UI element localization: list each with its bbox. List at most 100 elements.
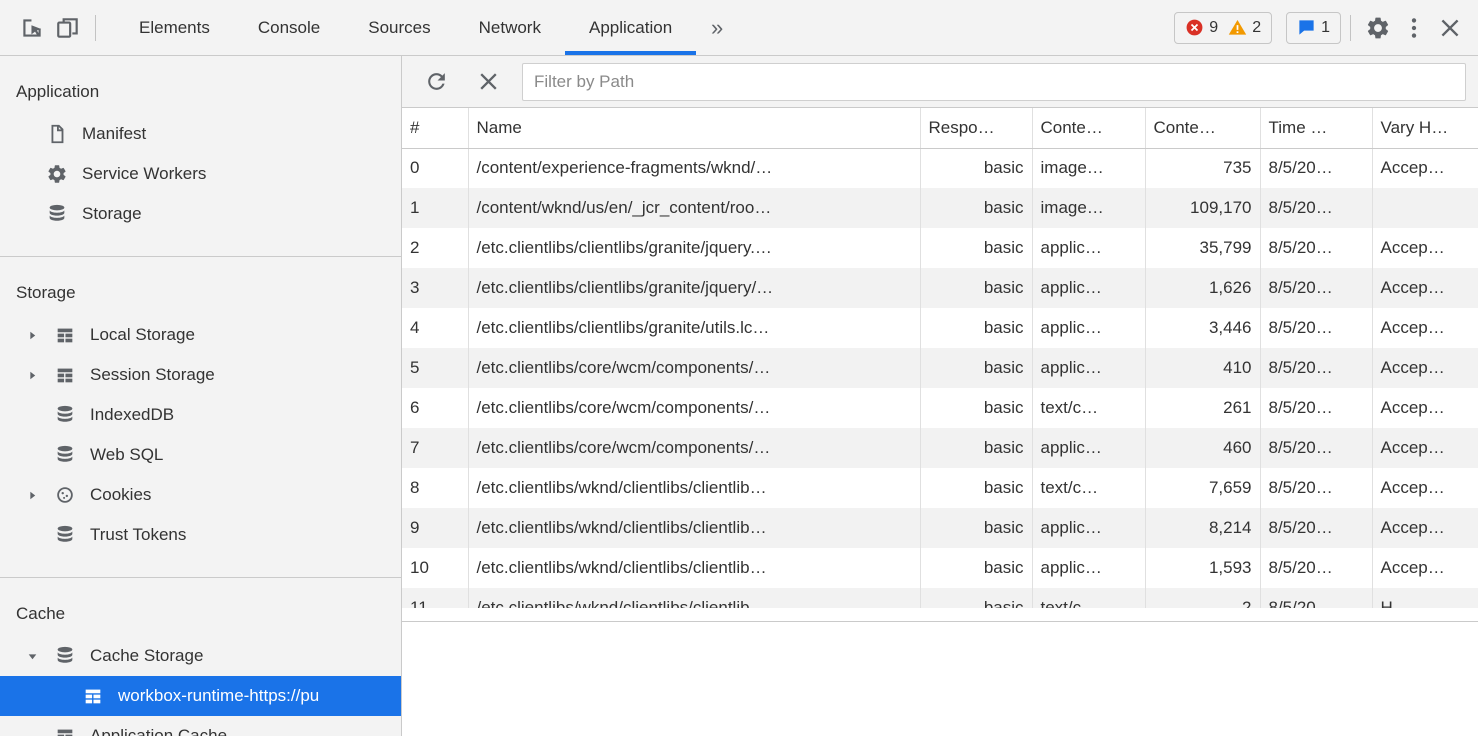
error-count-badge: 9 — [1185, 18, 1218, 37]
table-cell: H… — [1372, 588, 1478, 608]
table-cell: 2 — [1145, 588, 1260, 608]
sidebar-item-application-cache[interactable]: Application Cache — [0, 716, 401, 736]
more-tabs-button[interactable]: » — [696, 10, 738, 46]
warning-count: 2 — [1252, 19, 1261, 37]
table-cell: 6 — [402, 388, 468, 428]
table-cell: applic… — [1032, 308, 1145, 348]
table-cell: applic… — [1032, 428, 1145, 468]
column-header-time-5[interactable]: Time … — [1260, 108, 1372, 148]
table-cell: 8/5/20… — [1260, 188, 1372, 228]
close-devtools-button[interactable] — [1432, 10, 1468, 46]
table-cell: basic — [920, 508, 1032, 548]
table-cell: applic… — [1032, 508, 1145, 548]
column-header-conte-3[interactable]: Conte… — [1032, 108, 1145, 148]
toolbar-separator — [95, 15, 96, 41]
table-cell: /etc.clientlibs/wknd/clientlibs/clientli… — [468, 508, 920, 548]
refresh-button[interactable] — [418, 64, 454, 100]
table-row[interactable]: 9/etc.clientlibs/wknd/clientlibs/clientl… — [402, 508, 1478, 548]
message-count: 1 — [1321, 19, 1330, 37]
sidebar-item-service-workers[interactable]: Service Workers — [0, 154, 401, 194]
delete-selected-button[interactable] — [470, 64, 506, 100]
sidebar-section-cache: CacheCache Storageworkbox-runtime-https:… — [0, 578, 401, 736]
device-toolbar-icon — [55, 15, 81, 41]
more-options-button[interactable] — [1396, 10, 1432, 46]
table-cell: Accep… — [1372, 228, 1478, 268]
table-cell: basic — [920, 588, 1032, 608]
sidebar-item-cache-storage[interactable]: Cache Storage — [0, 636, 401, 676]
sidebar-item-label: IndexedDB — [90, 405, 174, 425]
table-row[interactable]: 3/etc.clientlibs/clientlibs/granite/jque… — [402, 268, 1478, 308]
devtools-window: ElementsConsoleSourcesNetworkApplication… — [0, 0, 1478, 736]
sidebar-item-label: Trust Tokens — [90, 525, 186, 545]
tab-console[interactable]: Console — [234, 0, 344, 55]
table-cell: text/c… — [1032, 468, 1145, 508]
table-cell: /etc.clientlibs/wknd/clientlibs/clientli… — [468, 588, 920, 608]
table-row[interactable]: 10/etc.clientlibs/wknd/clientlibs/client… — [402, 548, 1478, 588]
tab-application[interactable]: Application — [565, 0, 696, 55]
table-cell: Accep… — [1372, 548, 1478, 588]
sidebar-item-local-storage[interactable]: Local Storage — [0, 315, 401, 355]
table-row[interactable]: 5/etc.clientlibs/core/wcm/components/…ba… — [402, 348, 1478, 388]
table-cell: Accep… — [1372, 308, 1478, 348]
table-row[interactable]: 2/etc.clientlibs/clientlibs/granite/jque… — [402, 228, 1478, 268]
table-cell: 8/5/20… — [1260, 268, 1372, 308]
inspect-element-button[interactable] — [14, 10, 50, 46]
sidebar-item-trust-tokens[interactable]: Trust Tokens — [0, 515, 401, 555]
expand-arrow-icon[interactable] — [26, 489, 54, 502]
table-row[interactable]: 1/content/wknd/us/en/_jcr_content/roo…ba… — [402, 188, 1478, 228]
expand-arrow-icon[interactable] — [26, 369, 54, 382]
table-row[interactable]: 0/content/experience-fragments/wknd/…bas… — [402, 148, 1478, 188]
sidebar-item-label: Web SQL — [90, 445, 163, 465]
message-bubble-icon — [1297, 18, 1316, 37]
sidebar-item-label: Storage — [82, 204, 142, 224]
table-row[interactable]: 6/etc.clientlibs/core/wcm/components/…ba… — [402, 388, 1478, 428]
sidebar-item-web-sql[interactable]: Web SQL — [0, 435, 401, 475]
table-cell: /etc.clientlibs/clientlibs/granite/jquer… — [468, 228, 920, 268]
table-cell: basic — [920, 308, 1032, 348]
column-header-vary-h-6[interactable]: Vary H… — [1372, 108, 1478, 148]
database-icon — [54, 524, 76, 546]
sidebar-item-label: Session Storage — [90, 365, 215, 385]
expand-arrow-icon[interactable] — [26, 329, 54, 342]
sidebar-item-manifest[interactable]: Manifest — [0, 114, 401, 154]
sidebar-item-indexeddb[interactable]: IndexedDB — [0, 395, 401, 435]
table-row[interactable]: 11/etc.clientlibs/wknd/clientlibs/client… — [402, 588, 1478, 608]
collapse-arrow-icon[interactable] — [26, 650, 54, 663]
column-header-name-1[interactable]: Name — [468, 108, 920, 148]
column-header-conte-4[interactable]: Conte… — [1145, 108, 1260, 148]
table-cell: 8/5/20… — [1260, 468, 1372, 508]
table-cell: basic — [920, 468, 1032, 508]
table-cell: Accep… — [1372, 268, 1478, 308]
column-header-respo-2[interactable]: Respo… — [920, 108, 1032, 148]
tab-elements[interactable]: Elements — [115, 0, 234, 55]
section-title-storage: Storage — [0, 271, 401, 315]
device-toolbar-button[interactable] — [50, 10, 86, 46]
settings-button[interactable] — [1360, 10, 1396, 46]
console-status-button[interactable]: 9 2 — [1174, 12, 1272, 44]
pane-divider[interactable] — [402, 608, 1478, 622]
sidebar-item-session-storage[interactable]: Session Storage — [0, 355, 401, 395]
table-row[interactable]: 7/etc.clientlibs/core/wcm/components/…ba… — [402, 428, 1478, 468]
gear-icon — [46, 163, 68, 185]
table-cell: 8/5/20… — [1260, 588, 1372, 608]
table-cell: basic — [920, 188, 1032, 228]
tab-network[interactable]: Network — [455, 0, 565, 55]
table-cell: 9 — [402, 508, 468, 548]
table-cell: 735 — [1145, 148, 1260, 188]
table-row[interactable]: 8/etc.clientlibs/wknd/clientlibs/clientl… — [402, 468, 1478, 508]
filter-by-path-input[interactable] — [522, 63, 1466, 101]
sidebar-item-workbox-runtime-https-pu[interactable]: workbox-runtime-https://pu — [0, 676, 401, 716]
table-cell: image… — [1032, 148, 1145, 188]
issues-button[interactable]: 1 — [1286, 12, 1341, 44]
table-row[interactable]: 4/etc.clientlibs/clientlibs/granite/util… — [402, 308, 1478, 348]
database-icon — [54, 444, 76, 466]
table-cell: 460 — [1145, 428, 1260, 468]
sidebar-item-label: Cache Storage — [90, 646, 203, 666]
cache-panel-toolbar — [402, 56, 1478, 108]
tab-sources[interactable]: Sources — [344, 0, 454, 55]
column-header-index[interactable]: # — [402, 108, 468, 148]
database-icon — [46, 203, 68, 225]
table-cell: /etc.clientlibs/clientlibs/granite/jquer… — [468, 268, 920, 308]
sidebar-item-cookies[interactable]: Cookies — [0, 475, 401, 515]
sidebar-item-storage[interactable]: Storage — [0, 194, 401, 234]
